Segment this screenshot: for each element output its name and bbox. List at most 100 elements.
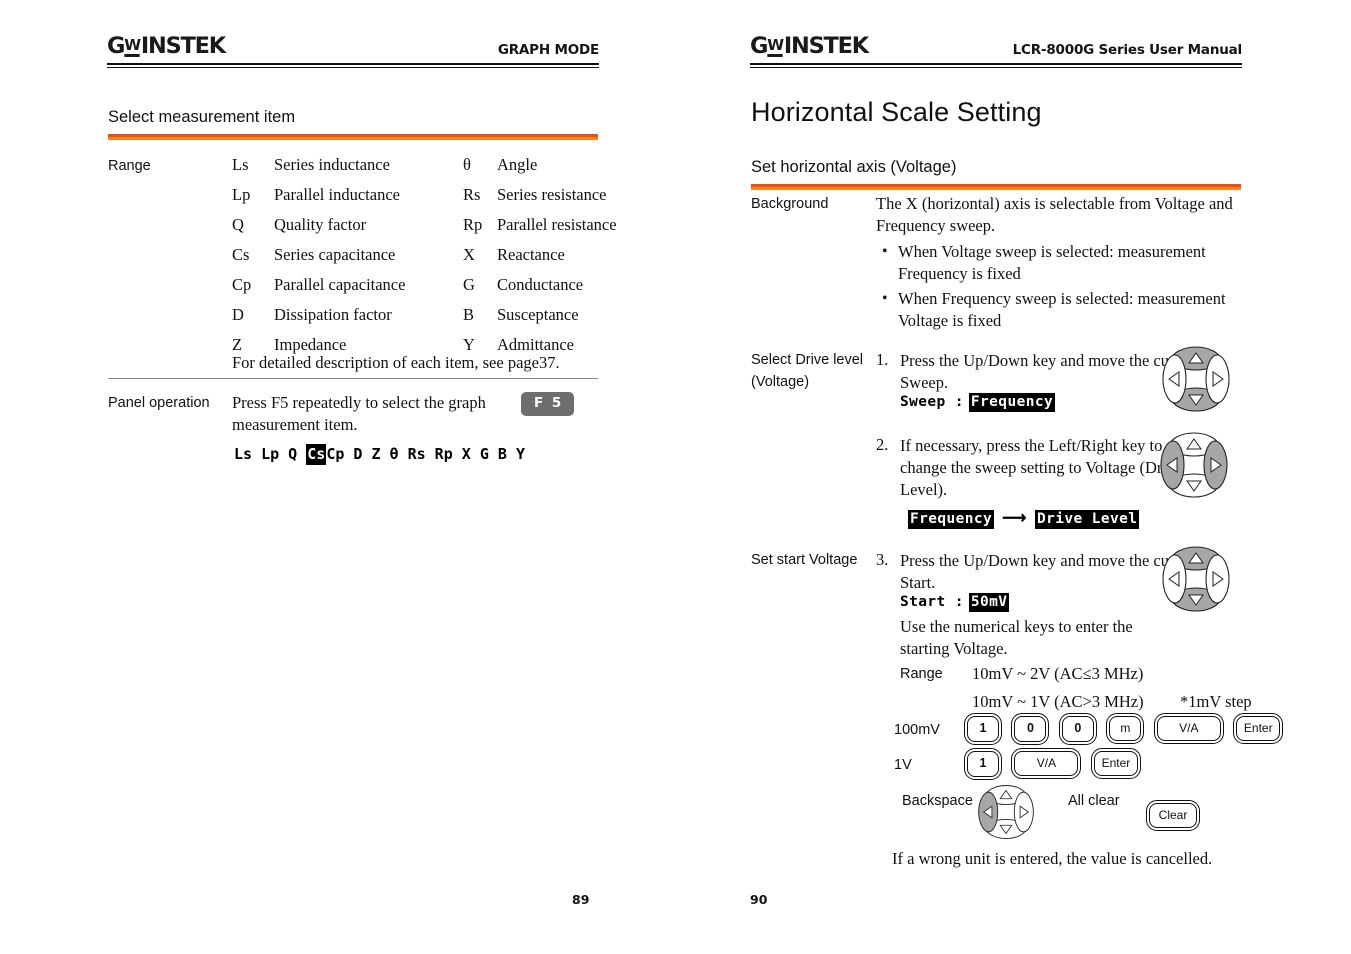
key-volt-amp-label: V/A: [1156, 716, 1221, 742]
drive-level-label-line1: Select Drive level: [751, 352, 864, 368]
example-100mv-label: 100mV: [894, 722, 940, 738]
sweep-value: Frequency: [968, 393, 1056, 412]
symbol-row-before: Ls Lp Q: [234, 445, 307, 463]
background-bullet-1-text: When Voltage sweep is selected: measurem…: [898, 242, 1206, 283]
left-header-title: GRAPH MODE: [497, 42, 599, 58]
key-volt-amp[interactable]: V/A: [1011, 748, 1082, 780]
item-symbol-left: Ls: [232, 155, 249, 174]
voltage-range-label: Range: [900, 666, 943, 682]
start-label: Start :: [900, 594, 964, 610]
symbol-row-after: Cp D Z θ Rs Rp X G B Y: [326, 445, 525, 463]
item-symbol-right: G: [463, 275, 475, 294]
background-bullet-1: • When Voltage sweep is selected: measur…: [882, 241, 1240, 285]
key-volt-amp-label: V/A: [1014, 751, 1079, 777]
sweep-label: Sweep :: [900, 394, 964, 410]
key-0-a[interactable]: 0: [1011, 713, 1050, 745]
item-symbol-left: Cs: [232, 245, 250, 264]
bullet-icon: •: [882, 290, 888, 307]
measurement-symbol-row: Ls Lp Q CsCp D Z θ Rs Rp X G B Y: [234, 444, 525, 465]
left-page-number: 89: [572, 892, 590, 907]
table-row: Ls Series inductance θ Angle: [232, 155, 617, 185]
right-page-header: GWINSTEK LCR-8000G Series User Manual: [750, 36, 1242, 60]
voltage-range-step-note: *1mV step: [1180, 692, 1252, 711]
key-enter[interactable]: Enter: [1233, 713, 1284, 745]
item-name-right: Angle: [497, 155, 538, 174]
step-2-text: If necessary, press the Left/Right key t…: [900, 436, 1183, 499]
item-name-left: Series capacitance: [274, 245, 396, 264]
measurement-item-table: Ls Series inductance θ Angle Lp Parallel…: [232, 155, 617, 365]
arrow-keypad-updown-1[interactable]: [1160, 344, 1232, 414]
panel-operation-label: Panel operation: [108, 395, 210, 411]
right-header-rule: [750, 63, 1242, 68]
item-symbol-right: B: [463, 305, 475, 324]
arrow-keypad-backspace[interactable]: [975, 783, 1037, 841]
table-row: Cp Parallel capacitance G Conductance: [232, 275, 617, 305]
item-symbol-right: X: [463, 245, 475, 264]
arrow-keypad-updown-2[interactable]: [1160, 544, 1232, 614]
key-1[interactable]: 1: [964, 748, 1002, 780]
key-milli-label: m: [1109, 716, 1142, 742]
table-row: Q Quality factor Rp Parallel resistance: [232, 215, 617, 245]
left-orange-divider: [108, 134, 598, 140]
right-header-title: LCR-8000G Series User Manual: [1012, 42, 1243, 58]
numerical-keys-hint: Use the numerical keys to enter the star…: [900, 617, 1133, 658]
item-symbol-right: Rs: [463, 185, 481, 204]
item-name-left: Dissipation factor: [274, 305, 392, 324]
sweep-transition-display: Frequency ⟶ Drive Level: [908, 508, 1140, 529]
voltage-range-line-1: 10mV ~ 2V (AC≤3 MHz): [972, 664, 1144, 683]
key-volt-amp[interactable]: V/A: [1153, 713, 1224, 745]
f5-key[interactable]: F 5: [521, 392, 575, 416]
table-row: Lp Parallel inductance Rs Series resista…: [232, 185, 617, 215]
step-1-number: 1.: [876, 350, 889, 369]
step-3-number: 3.: [876, 550, 889, 569]
background-bullet-2-text: When Frequency sweep is selected: measur…: [898, 289, 1226, 330]
item-symbol-right: Rp: [463, 215, 483, 234]
key-clear[interactable]: Clear: [1146, 800, 1200, 831]
key-enter[interactable]: Enter: [1090, 748, 1141, 780]
item-name-right: Parallel resistance: [497, 215, 617, 234]
item-name-left: Quality factor: [274, 215, 367, 234]
sweep-setting-display: Sweep : Frequency: [900, 393, 1056, 412]
item-name-left: Series inductance: [274, 155, 390, 174]
left-page-header: GWINSTEK GRAPH MODE: [107, 36, 599, 60]
clear-key[interactable]: Clear: [1146, 800, 1205, 831]
wrong-unit-note: If a wrong unit is entered, the value is…: [892, 849, 1213, 868]
key-0-b[interactable]: 0: [1058, 713, 1097, 745]
right-orange-divider: [751, 184, 1241, 190]
item-symbol-left: Lp: [232, 185, 251, 204]
symbol-row-selected: Cs: [306, 444, 327, 465]
voltage-range-line-2: 10mV ~ 1V (AC>3 MHz): [972, 692, 1144, 711]
arrow-keypad-leftright[interactable]: [1158, 430, 1230, 500]
key-enter-label: Enter: [1093, 751, 1138, 777]
right-page-number: 90: [750, 892, 768, 907]
background-label: Background: [751, 196, 829, 212]
item-symbol-left: D: [232, 305, 244, 324]
left-thin-divider: [108, 378, 598, 379]
detail-description-note: For detailed description of each item, s…: [232, 353, 560, 372]
background-text: The X (horizontal) axis is selectable fr…: [876, 194, 1233, 235]
start-value: 50mV: [968, 593, 1010, 612]
step-2-number: 2.: [876, 435, 889, 454]
item-name-right: Conductance: [497, 275, 584, 294]
arrow-keypad-icon: [1160, 432, 1228, 498]
item-name-left: Parallel inductance: [274, 185, 400, 204]
right-section-title: Set horizontal axis (Voltage): [751, 158, 957, 176]
item-name-right: Susceptance: [497, 305, 579, 324]
key-0-b-label: 0: [1061, 716, 1094, 742]
page-left: GWINSTEK GRAPH MODE Select measurement i…: [0, 0, 676, 954]
start-voltage-label: Set start Voltage: [751, 552, 858, 568]
left-header-rule: [107, 63, 599, 68]
key-milli[interactable]: m: [1106, 713, 1145, 745]
key-enter-label: Enter: [1236, 716, 1281, 742]
item-name-right: Series resistance: [497, 185, 607, 204]
sweep-to-value: Drive Level: [1034, 510, 1140, 529]
page-right: GWINSTEK LCR-8000G Series User Manual Ho…: [676, 0, 1351, 954]
sweep-from-value: Frequency: [908, 510, 995, 529]
gw-instek-logo: GWINSTEK: [750, 34, 869, 59]
left-section-title: Select measurement item: [108, 108, 296, 126]
background-bullet-2: • When Frequency sweep is selected: meas…: [882, 288, 1227, 332]
key-1[interactable]: 1: [964, 713, 1002, 745]
page-title: Horizontal Scale Setting: [751, 97, 1042, 127]
item-symbol-right: θ: [463, 155, 471, 174]
table-row: D Dissipation factor B Susceptance: [232, 305, 617, 335]
